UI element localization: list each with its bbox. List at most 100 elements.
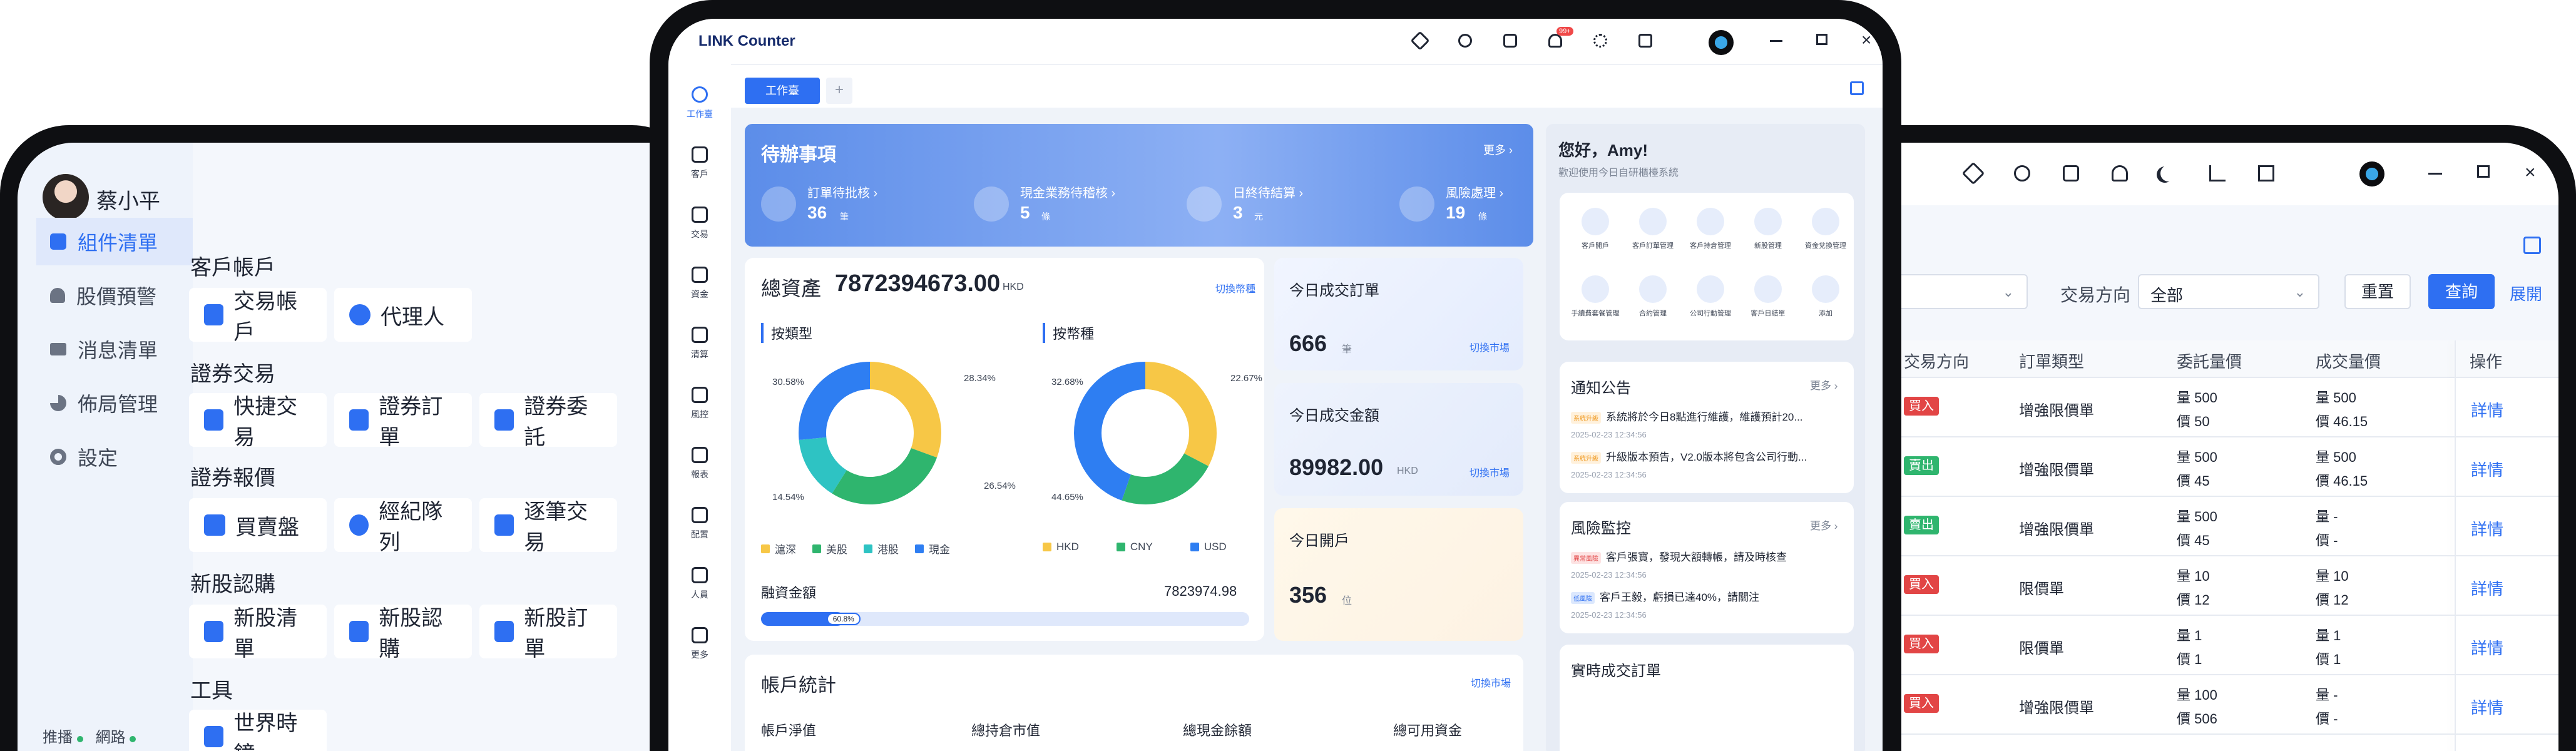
- chip-ipo-list[interactable]: 新股清單: [189, 605, 327, 661]
- shortcut-item[interactable]: 客戶開戶: [1567, 208, 1623, 250]
- gear-icon: [50, 449, 66, 465]
- feed-item[interactable]: 異常風險 客戶張寶，發現大額轉帳，請及時核查 2025-02-23 12:34:56: [1571, 548, 1846, 580]
- chip-ipo-orders[interactable]: 新股訂單: [479, 605, 617, 661]
- close-icon[interactable]: ×: [2525, 163, 2536, 182]
- todo-title: 待辦事項: [761, 145, 836, 165]
- chip-securities-order[interactable]: 證券訂單: [334, 393, 472, 449]
- risk-more-link[interactable]: 更多 ›: [1810, 517, 1837, 533]
- todo-label: 訂單待批核 ›: [807, 186, 878, 200]
- shortcut-item[interactable]: 客戶日結單: [1740, 275, 1796, 318]
- sidebar-item-2[interactable]: 交易: [668, 202, 731, 252]
- todo-item[interactable]: 訂單待批核 › 36 筆: [761, 178, 961, 234]
- sidebar-item-5[interactable]: 風控: [668, 382, 731, 432]
- switch-currency-link[interactable]: 切換幣種: [1215, 280, 1255, 295]
- sidebar-item-4[interactable]: 清算: [668, 322, 731, 372]
- notices-more-link[interactable]: 更多 ›: [1810, 377, 1837, 392]
- chip-trading-account[interactable]: 交易帳戶: [189, 288, 327, 344]
- grid-layout-icon[interactable]: [1850, 81, 1864, 95]
- feed-item[interactable]: 系統升級 升級版本預告，V2.0版本將包含公司行動... 2025-02-23 12…: [1571, 448, 1846, 479]
- shortcut-item[interactable]: 添加: [1797, 275, 1854, 318]
- todo-item[interactable]: 日終待結算 › 3 元: [1187, 178, 1387, 234]
- todo-item[interactable]: 現金業務待稽核 › 5 條: [974, 178, 1174, 234]
- sidebar-item-1[interactable]: 客戶: [668, 141, 731, 192]
- menu-item-layout[interactable]: 佈局管理: [36, 379, 193, 427]
- feed-item[interactable]: 低風險 客戶王毅，虧損已達40%，請關注 2025-02-23 12:34:56: [1571, 588, 1846, 620]
- search-icon[interactable]: [2014, 165, 2030, 181]
- avatar[interactable]: [1709, 30, 1734, 55]
- chip-tick-trades[interactable]: 逐筆交易: [479, 498, 617, 554]
- chip-order-book[interactable]: 買賣盤: [189, 498, 327, 552]
- shortcut-item[interactable]: 新股管理: [1740, 208, 1796, 250]
- sidebar-item-9[interactable]: 更多: [668, 622, 731, 672]
- sidebar-item-7[interactable]: 配置: [668, 502, 731, 552]
- query-button[interactable]: 查詢: [2428, 274, 2495, 309]
- switch-market-link[interactable]: 切換市場: [1469, 339, 1510, 354]
- chip-broker-queue[interactable]: 經紀隊列: [334, 498, 472, 554]
- detail-link[interactable]: 詳情: [2471, 576, 2503, 600]
- direction-select[interactable]: 全部 ⌄: [2138, 274, 2319, 309]
- maximize-icon[interactable]: [2477, 165, 2490, 178]
- close-icon[interactable]: ×: [1861, 31, 1871, 49]
- switch-market-link[interactable]: 切換市場: [1469, 464, 1510, 479]
- chip-ipo-subscribe[interactable]: 新股認購: [334, 605, 472, 661]
- lock-icon[interactable]: [2063, 165, 2079, 181]
- feed-item[interactable]: 系統升級 系統將於今日8點進行維護，維護預計20... 2025-02-23 12:…: [1571, 408, 1846, 439]
- bell-icon[interactable]: 99+: [1548, 27, 1573, 48]
- sidebar-icon: [692, 267, 708, 283]
- chip-agent[interactable]: 代理人: [334, 288, 472, 342]
- shortcut-item[interactable]: 資金兌換管理: [1797, 208, 1854, 250]
- pin-icon[interactable]: [1961, 161, 1985, 185]
- chip-world-clock[interactable]: 世界時鐘: [189, 710, 327, 751]
- qty-line: 量 500: [2177, 509, 2217, 524]
- pin-icon[interactable]: [1410, 31, 1430, 51]
- reset-button[interactable]: 重置: [2344, 274, 2411, 309]
- qty-line: 量 500: [2177, 390, 2217, 406]
- menu-item-settings[interactable]: 設定: [36, 433, 193, 481]
- detail-link[interactable]: 詳情: [2471, 695, 2503, 718]
- sidebar-item-3[interactable]: 資金: [668, 262, 731, 312]
- shortcut-item[interactable]: 客戶持倉管理: [1682, 208, 1739, 250]
- today-accounts-value: 356: [1289, 582, 1327, 608]
- tab-workbench[interactable]: 工作臺: [745, 78, 820, 104]
- expand-link[interactable]: 展開: [2510, 282, 2542, 305]
- avatar[interactable]: [43, 174, 89, 220]
- detail-link[interactable]: 詳情: [2471, 457, 2503, 481]
- detail-link[interactable]: 詳情: [2471, 517, 2503, 540]
- shortcut-item[interactable]: 公司行動管理: [1682, 275, 1739, 318]
- cube-icon[interactable]: [2258, 165, 2274, 181]
- shortcut-item[interactable]: 手續費套餐管理: [1567, 275, 1623, 318]
- avatar[interactable]: [2359, 161, 2384, 186]
- window-controls: ×: [1770, 31, 1871, 49]
- shortcut-item[interactable]: 合約管理: [1625, 275, 1681, 318]
- menu-item-components[interactable]: 組件清單: [36, 218, 193, 265]
- search-icon[interactable]: [1458, 34, 1472, 48]
- layout-icon[interactable]: [2523, 237, 2541, 254]
- tab-add[interactable]: +: [826, 78, 852, 104]
- sun-icon[interactable]: [1593, 34, 1607, 48]
- menu-item-messages[interactable]: 消息清單: [36, 325, 193, 373]
- shortcut-item[interactable]: 客戶訂單管理: [1625, 208, 1681, 250]
- sidebar-item-6[interactable]: 報表: [668, 442, 731, 492]
- minimize-icon[interactable]: [1770, 40, 1782, 42]
- menu-item-price-alert[interactable]: 股價預警: [36, 272, 193, 319]
- todo-more-link[interactable]: 更多 ›: [1483, 141, 1513, 158]
- sidebar-item-8[interactable]: 人員: [668, 562, 731, 612]
- chip-securities-entrust[interactable]: 證券委託: [479, 393, 617, 449]
- moon-icon[interactable]: [2160, 165, 2177, 181]
- today-accounts-unit: 位: [1342, 596, 1352, 606]
- assets-card: 總資產 7872394673.00 HKD 切換幣種 按類型 按幣種 30.58…: [745, 258, 1264, 641]
- margin-progress-label: 60.8%: [826, 613, 861, 625]
- switch-market-link[interactable]: 切換市場: [1471, 675, 1511, 690]
- detail-link[interactable]: 詳情: [2471, 398, 2503, 421]
- maximize-icon[interactable]: [1816, 34, 1827, 45]
- screen-icon[interactable]: [1638, 34, 1652, 48]
- order-type: 增強限價單: [2019, 462, 2094, 479]
- minimize-icon[interactable]: [2428, 173, 2442, 175]
- price-line: 價 45: [2177, 473, 2210, 489]
- detail-link[interactable]: 詳情: [2471, 636, 2503, 659]
- chip-quick-trade[interactable]: 快捷交易: [189, 393, 327, 449]
- lock-icon[interactable]: [1503, 34, 1517, 48]
- translate-icon[interactable]: [2209, 165, 2226, 181]
- sidebar-item-0[interactable]: 工作臺: [668, 81, 731, 131]
- bell-icon[interactable]: [2112, 165, 2128, 181]
